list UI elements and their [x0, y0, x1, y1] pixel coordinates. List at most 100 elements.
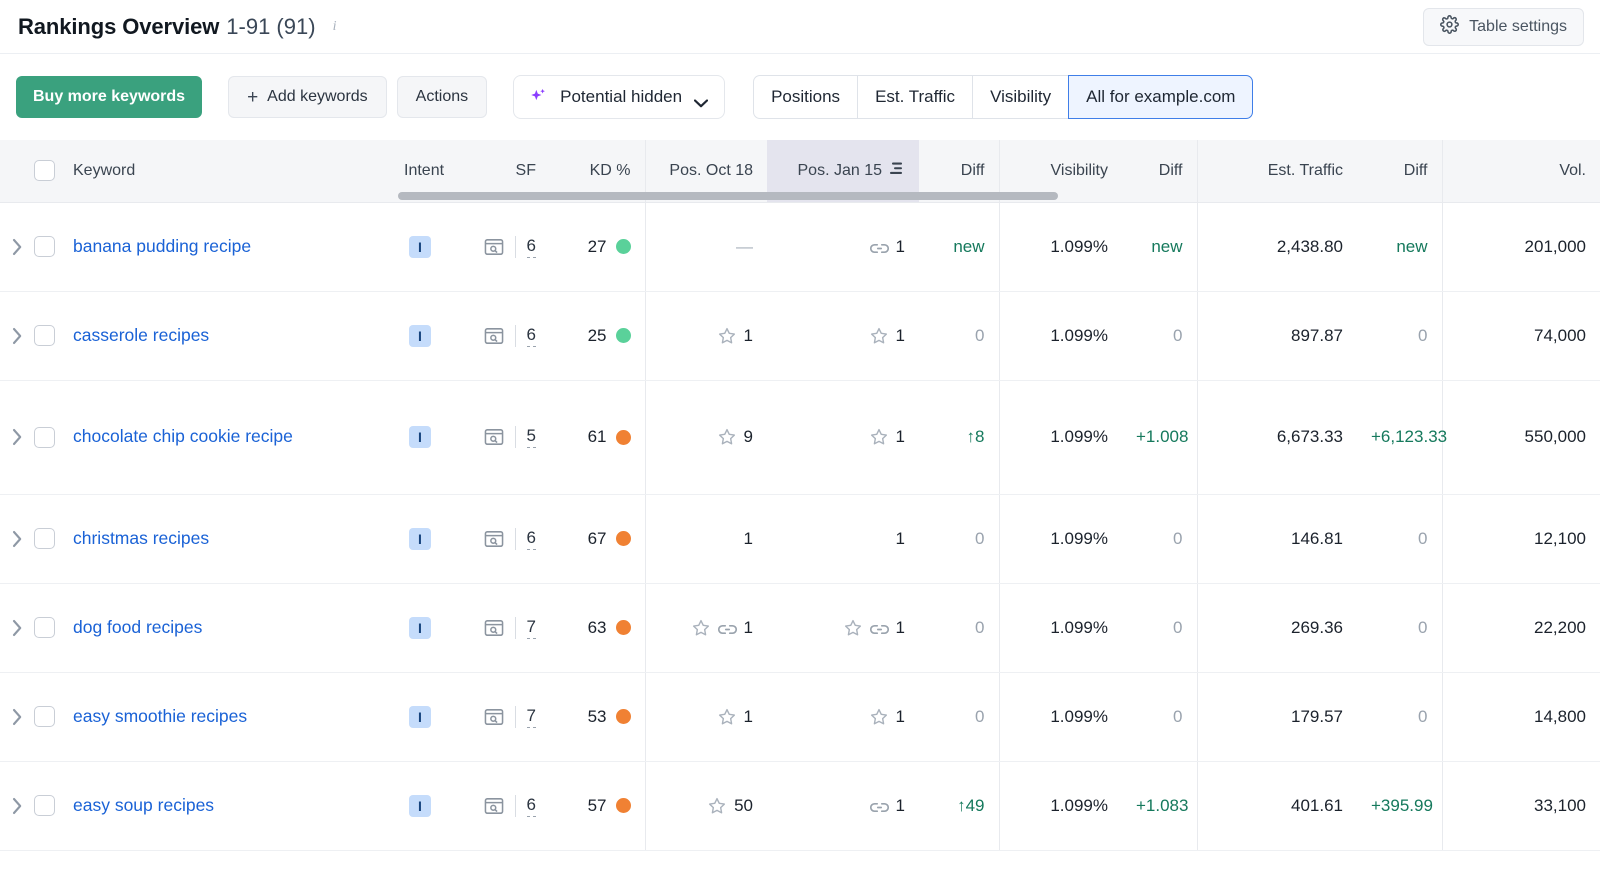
cell-intent: I — [390, 291, 450, 380]
table-row[interactable]: easy soup recipesI657501↑491.099%+1.0834… — [0, 761, 1600, 850]
position-value: 1 — [896, 796, 905, 816]
kd-value: 25 — [588, 326, 607, 346]
cell-est-traffic-diff: 0 — [1357, 291, 1442, 380]
position-value: 9 — [744, 427, 753, 447]
add-keywords-button[interactable]: + Add keywords — [228, 76, 387, 118]
cell-keyword: banana pudding recipe — [0, 202, 390, 291]
header-visibility-diff[interactable]: Diff — [1122, 140, 1197, 202]
expand-row-chevron-icon[interactable] — [0, 428, 34, 446]
cell-visibility-diff: new — [1122, 202, 1197, 291]
intent-badge[interactable]: I — [409, 236, 431, 258]
kd-value: 61 — [588, 427, 607, 447]
table-row[interactable]: banana pudding recipeI627—1new1.099%new2… — [0, 202, 1600, 291]
kd-difficulty-dot — [616, 531, 631, 546]
table-settings-label: Table settings — [1469, 18, 1567, 36]
intent-badge[interactable]: I — [409, 426, 431, 448]
cell-pos-previous: 1 — [645, 494, 767, 583]
cell-visibility-diff: +1.008 — [1122, 380, 1197, 494]
cell-sf: 6 — [450, 494, 550, 583]
cell-pos-current: 1 — [767, 672, 919, 761]
cell-intent: I — [390, 583, 450, 672]
intent-badge[interactable]: I — [409, 528, 431, 550]
keyword-link[interactable]: banana pudding recipe — [73, 236, 251, 257]
keyword-link[interactable]: christmas recipes — [73, 528, 209, 549]
kd-difficulty-dot — [616, 798, 631, 813]
expand-row-chevron-icon[interactable] — [0, 238, 34, 256]
potential-hidden-dropdown[interactable]: Potential hidden — [513, 75, 725, 119]
expand-row-chevron-icon[interactable] — [0, 708, 34, 726]
expand-row-chevron-icon[interactable] — [0, 619, 34, 637]
row-checkbox[interactable] — [34, 795, 55, 816]
add-keywords-label: Add keywords — [267, 88, 368, 106]
actions-button[interactable]: Actions — [397, 76, 487, 118]
table-settings-button[interactable]: Table settings — [1423, 8, 1584, 46]
segment-positions[interactable]: Positions — [753, 75, 857, 119]
expand-row-chevron-icon[interactable] — [0, 327, 34, 345]
intent-badge[interactable]: I — [409, 617, 431, 639]
header-est-traffic-diff[interactable]: Diff — [1357, 140, 1442, 202]
cell-visibility: 1.099% — [999, 761, 1122, 850]
cell-est-traffic-diff: +395.99 — [1357, 761, 1442, 850]
cell-pos-previous: 1 — [645, 672, 767, 761]
table-row[interactable]: dog food recipesI7631101.099%0269.36022,… — [0, 583, 1600, 672]
row-checkbox[interactable] — [34, 427, 55, 448]
sf-count[interactable]: 5 — [527, 426, 536, 448]
cell-est-traffic: 897.87 — [1197, 291, 1357, 380]
sf-divider — [515, 617, 516, 639]
expand-row-chevron-icon[interactable] — [0, 530, 34, 548]
expand-row-chevron-icon[interactable] — [0, 797, 34, 815]
cell-est-traffic: 146.81 — [1197, 494, 1357, 583]
cell-pos-current: 1 — [767, 494, 919, 583]
row-checkbox[interactable] — [34, 706, 55, 727]
serp-feature-icon — [484, 327, 504, 345]
select-all-checkbox[interactable] — [34, 160, 55, 181]
sf-count[interactable]: 7 — [527, 617, 536, 639]
info-icon[interactable]: i — [327, 19, 343, 35]
keyword-link[interactable]: easy smoothie recipes — [73, 706, 247, 727]
row-checkbox[interactable] — [34, 528, 55, 549]
sf-count[interactable]: 6 — [527, 528, 536, 550]
row-checkbox[interactable] — [34, 236, 55, 257]
cell-est-traffic: 179.57 — [1197, 672, 1357, 761]
sf-count[interactable]: 6 — [527, 795, 536, 817]
serp-feature-icon — [484, 238, 504, 256]
intent-badge[interactable]: I — [409, 325, 431, 347]
row-checkbox[interactable] — [34, 617, 55, 638]
row-checkbox[interactable] — [34, 325, 55, 346]
cell-pos-diff: new — [919, 202, 999, 291]
star-icon — [717, 427, 737, 447]
serp-feature-icon — [484, 428, 504, 446]
header-est-traffic[interactable]: Est. Traffic — [1197, 140, 1357, 202]
header-keyword[interactable]: Keyword — [0, 140, 390, 202]
segment-all-for-domain[interactable]: All for example.com — [1068, 75, 1253, 119]
header-volume[interactable]: Vol. — [1442, 140, 1600, 202]
star-icon — [869, 326, 889, 346]
keyword-link[interactable]: easy soup recipes — [73, 795, 214, 816]
segment-est-traffic[interactable]: Est. Traffic — [857, 75, 972, 119]
cell-intent: I — [390, 202, 450, 291]
keyword-link[interactable]: dog food recipes — [73, 617, 202, 638]
keyword-link[interactable]: chocolate chip cookie recipe — [73, 426, 293, 447]
star-icon — [691, 618, 711, 638]
table-row[interactable]: easy smoothie recipesI7531101.099%0179.5… — [0, 672, 1600, 761]
sf-count[interactable]: 6 — [527, 236, 536, 258]
header-keyword-label: Keyword — [73, 162, 135, 180]
buy-more-keywords-button[interactable]: Buy more keywords — [16, 76, 202, 118]
sf-divider — [515, 528, 516, 550]
intent-badge[interactable]: I — [409, 795, 431, 817]
table-row[interactable]: casserole recipesI6251101.099%0897.87074… — [0, 291, 1600, 380]
cell-pos-current: 1 — [767, 761, 919, 850]
cell-kd: 63 — [550, 583, 645, 672]
star-icon — [717, 326, 737, 346]
sf-count[interactable]: 6 — [527, 325, 536, 347]
sf-count[interactable]: 7 — [527, 706, 536, 728]
cell-intent: I — [390, 380, 450, 494]
table-row[interactable]: christmas recipesI6671101.099%0146.81012… — [0, 494, 1600, 583]
segment-visibility[interactable]: Visibility — [972, 75, 1068, 119]
horizontal-scrollbar[interactable] — [398, 192, 1058, 200]
keyword-link[interactable]: casserole recipes — [73, 325, 209, 346]
table-row[interactable]: chocolate chip cookie recipeI56191↑81.09… — [0, 380, 1600, 494]
page-header: Rankings Overview 1-91 (91) i Table sett… — [0, 0, 1600, 54]
sf-divider — [515, 236, 516, 258]
intent-badge[interactable]: I — [409, 706, 431, 728]
